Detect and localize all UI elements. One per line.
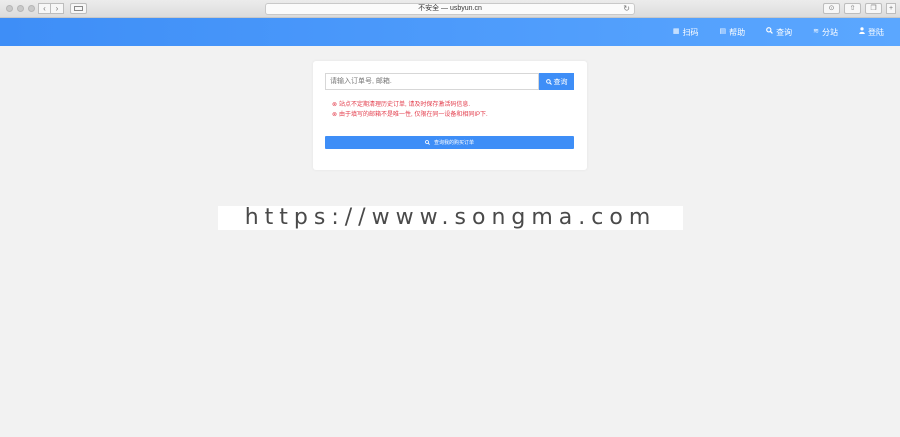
forward-button[interactable]: › xyxy=(51,3,64,14)
nav-item-login[interactable]: 登陆 xyxy=(859,27,884,38)
close-window-button[interactable] xyxy=(6,5,13,12)
warning-circle-icon: ⊗ xyxy=(332,112,338,118)
back-button[interactable]: ‹ xyxy=(38,3,51,14)
nav-item-label: 帮助 xyxy=(729,27,746,37)
order-query-card: 查询 ⊗站点不定期清理历史订单, 请及时保存激活码信息. ⊗由于填写的邮箱不是唯… xyxy=(313,61,587,170)
address-text: 不安全 — usbyun.cn xyxy=(418,5,482,12)
tabs-overview-icon[interactable]: ❐ xyxy=(865,3,882,14)
database-icon: ≋ xyxy=(813,28,819,35)
search-icon xyxy=(545,78,552,85)
browse-orders-button[interactable]: 查询我的购买订单 xyxy=(325,136,574,149)
help-icon: ▤ xyxy=(719,28,727,35)
share-icon[interactable]: ⇧ xyxy=(844,3,861,14)
nav-item-label: 查询 xyxy=(776,27,793,37)
warning-circle-icon: ⊗ xyxy=(332,102,338,108)
notice-list: ⊗ 站点不定期清理历史订单, 请及时保存激活码信息. ⊗ 由于填写的邮箱不是唯一性,… xyxy=(332,100,488,120)
search-button[interactable]: 查询 xyxy=(539,73,574,90)
window-controls xyxy=(6,5,35,12)
notice-item: ⊗ 站点不定期清理历史订单, 请及时保存激活码信息. xyxy=(332,100,488,110)
minimize-window-button[interactable] xyxy=(17,5,24,12)
new-tab-icon[interactable]: + xyxy=(886,3,896,14)
nav-item-help[interactable]: ▤ 帮助 xyxy=(720,27,746,38)
reload-icon[interactable]: ↻ xyxy=(623,4,630,14)
zoom-window-button[interactable] xyxy=(28,5,35,12)
browser-actions: ⊙ ⇧ ❐ + xyxy=(823,3,896,14)
browser-toolbar: ‹ › 不安全 — usbyun.cn ↻ ⊙ ⇧ ❐ + xyxy=(0,0,900,18)
sidebar-toggle-icon[interactable] xyxy=(70,3,87,14)
search-icon xyxy=(766,27,774,37)
notice-text: 由于填写的邮箱不是唯一性, 仅限在同一设备和相同IP下. xyxy=(339,112,488,118)
history-nav: ‹ › xyxy=(38,3,64,14)
notice-item: ⊗ 由于填写的邮箱不是唯一性, 仅限在同一设备和相同IP下. xyxy=(332,110,488,120)
nav-item-label: 扫码 xyxy=(682,27,699,37)
watermark: https://www.songma.com xyxy=(218,206,683,230)
site-header: ▦ 扫码 ▤ 帮助 查询 ≋ 分站 登陆 xyxy=(0,18,900,46)
nav-item-label: 登陆 xyxy=(868,27,884,37)
download-icon[interactable]: ⊙ xyxy=(823,3,840,14)
nav-item-scan[interactable]: ▦ 扫码 xyxy=(673,27,699,38)
browse-orders-label: 查询我的购买订单 xyxy=(433,140,474,146)
scan-icon: ▦ xyxy=(672,28,680,35)
search-icon xyxy=(425,140,430,145)
nav-item-query[interactable]: 查询 xyxy=(766,27,792,38)
notice-text: 站点不定期清理历史订单, 请及时保存激活码信息. xyxy=(339,102,471,108)
top-nav: ▦ 扫码 ▤ 帮助 查询 ≋ 分站 登陆 xyxy=(673,18,884,46)
nav-item-substation[interactable]: ≋ 分站 xyxy=(813,27,838,38)
search-button-label: 查询 xyxy=(553,78,568,86)
order-search-input[interactable] xyxy=(325,73,539,90)
user-icon xyxy=(859,27,865,37)
address-bar[interactable]: 不安全 — usbyun.cn ↻ xyxy=(265,3,635,15)
nav-item-label: 分站 xyxy=(822,27,838,37)
